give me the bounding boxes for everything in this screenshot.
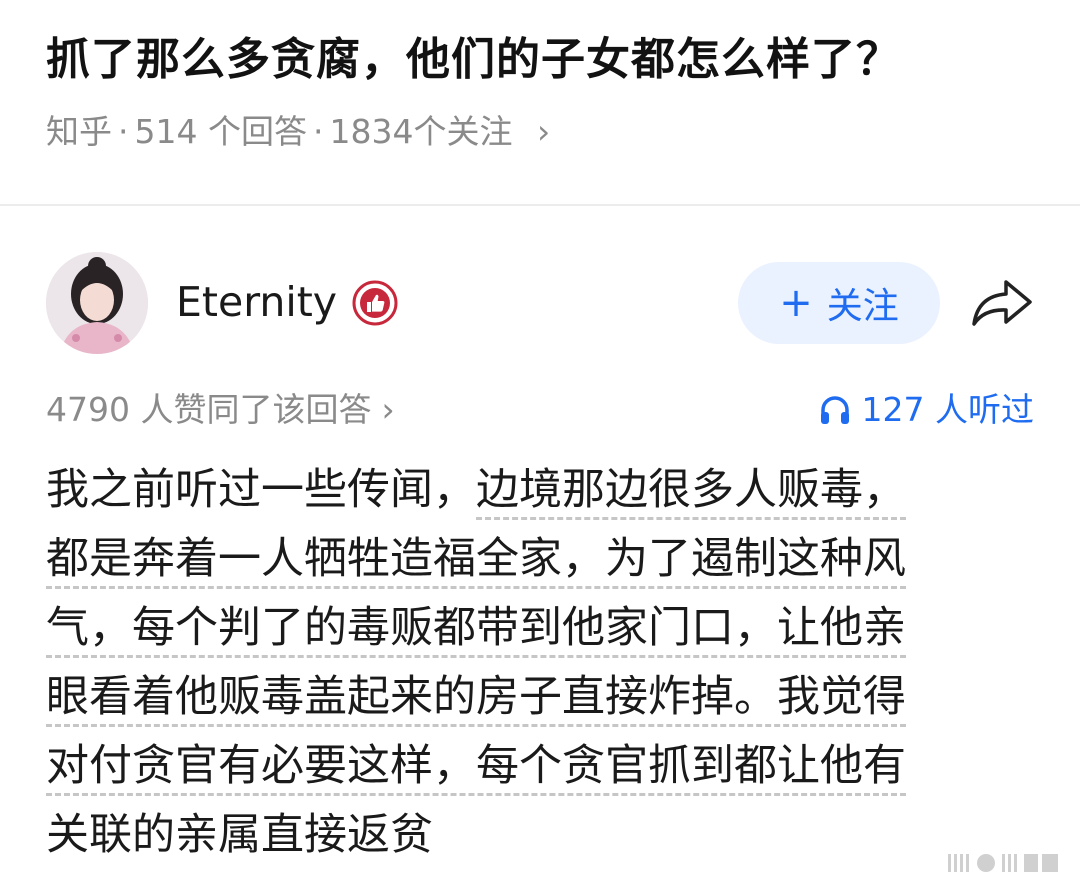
thumbs-up-badge-icon [352,280,398,326]
answer-line: 都是奔着一人牺牲造福全家，为了遏制这种风 [46,525,1006,594]
plus-icon: + [779,280,813,326]
meta-separator: · [118,112,129,151]
question-title[interactable]: 抓了那么多贪腐，他们的子女都怎么样了？ [46,28,1046,92]
share-arrow-icon[interactable] [970,274,1034,330]
answer-line: 我之前听过一些传闻，边境那边很多人贩毒， [46,456,1006,525]
answer-text: 我之前听过一些传闻， [46,465,476,515]
answer-text-underlined: 都是奔着一人牺牲造福全家，为了遏制这种风 [46,534,906,589]
follow-label: 关注 [826,286,899,327]
answer-line: 气，每个判了的毒贩都带到他家门口，让他亲 [46,594,1006,663]
listen-count[interactable]: 127 人听过 [818,386,1034,434]
answer-text-underlined: 边境那边很多人贩毒， [476,465,906,520]
answer-text: 关联的亲属直接返贫 [46,810,433,860]
likes-line[interactable]: 4790 人赞同了该回答 › [46,386,395,434]
answer-line: 关联的亲属直接返贫 [46,801,1006,870]
section-divider [0,204,1080,206]
avatar-portrait [46,252,148,354]
answer-text-underlined: 对付贪官有必要这样，每个贪官抓到都让他有 [46,741,906,796]
answer-text-underlined: 气，每个判了的毒贩都带到他家门口，让他亲 [46,603,906,658]
answer-line: 眼看着他贩毒盖起来的房子直接炸掉。我觉得 [46,663,1006,732]
source-label: 知乎 [46,112,112,151]
likes-count: 4790 人赞同了该回答 [46,390,372,429]
author-avatar[interactable] [46,252,148,354]
followers-count: 1834个关注 [329,112,513,151]
author-name[interactable]: Eternity [176,274,337,330]
answer-body[interactable]: 我之前听过一些传闻，边境那边很多人贩毒， 都是奔着一人牺牲造福全家，为了遏制这种… [46,456,1006,870]
follow-button[interactable]: + 关注 [738,262,940,344]
answers-count: 514 个回答 [134,112,307,151]
answer-line: 对付贪官有必要这样，每个贪官抓到都让他有 [46,732,1006,801]
listened-text: 127 人听过 [861,390,1034,429]
answer-text-underlined: 眼看着他贩毒盖起来的房子直接炸掉。我觉得 [46,672,906,727]
watermark-mark [948,854,1058,872]
headphones-icon [820,396,849,424]
meta-separator: · [312,112,324,151]
question-meta[interactable]: 知乎 · 514 个回答 · 1834个关注 › [46,108,550,156]
chevron-right-icon: › [536,112,551,151]
chevron-right-icon: › [381,390,395,429]
